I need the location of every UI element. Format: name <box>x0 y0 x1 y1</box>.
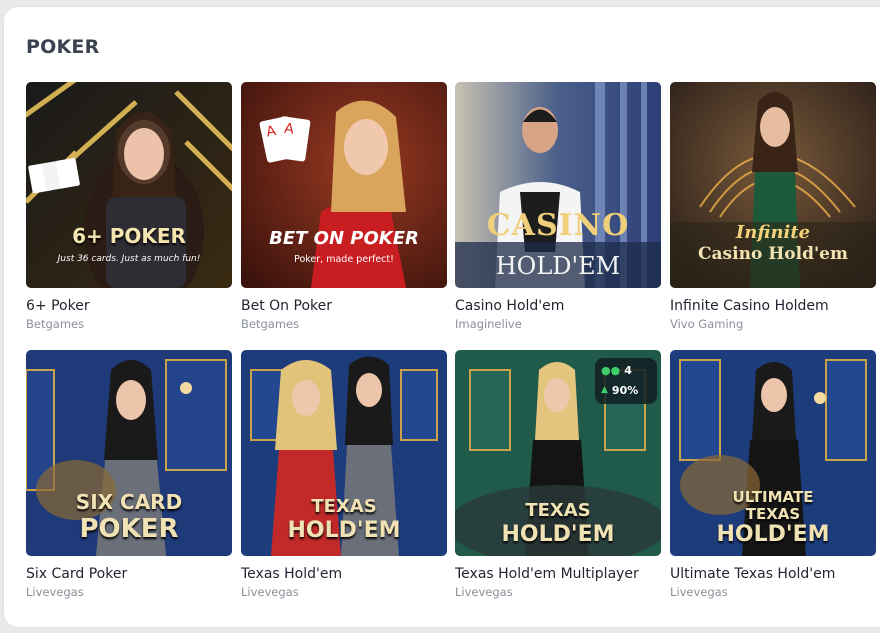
game-thumbnail[interactable]: ULTIMATE TEXAS HOLD'EM <box>670 350 876 556</box>
game-provider: Livevegas <box>455 585 513 599</box>
game-card-six-card-poker[interactable]: SIX CARD POKER Six Card Poker Livevegas <box>26 350 232 599</box>
rtp-value: 90% <box>611 384 639 397</box>
live-stats-badge: ●● 4 ▲ 90% <box>595 358 657 404</box>
game-logo-text-top: SIX CARD <box>75 490 183 514</box>
game-provider: Betgames <box>241 317 300 331</box>
game-logo-text-top: CASINO <box>486 208 630 243</box>
game-logo-text-bottom: HOLD'EM <box>287 518 401 543</box>
game-thumbnail[interactable]: Infinite Casino Hold'em <box>670 82 876 288</box>
game-provider: Livevegas <box>26 585 84 599</box>
game-title[interactable]: Texas Hold'em Multiplayer <box>455 566 661 582</box>
game-thumbnail[interactable]: SIX CARD POKER <box>26 350 232 556</box>
game-logo-text-bottom: HOLD'EM <box>495 252 621 280</box>
section-title: POKER <box>26 36 100 58</box>
game-provider: Livevegas <box>241 585 299 599</box>
game-title[interactable]: 6+ Poker <box>26 298 232 314</box>
game-tagline: Poker, made perfect! <box>294 254 394 265</box>
game-logo-text-top: Infinite <box>735 222 811 243</box>
rtp-icon: ▲ <box>601 385 608 395</box>
game-logo-text-bottom: HOLD'EM <box>501 522 615 547</box>
game-logo-text: 6+ POKER <box>72 224 186 248</box>
game-logo-text-top: TEXAS <box>525 500 591 521</box>
game-logo-text: BET ON POKER <box>269 228 419 249</box>
game-tagline: Just 36 cards. Just as much fun! <box>57 254 201 264</box>
players-icon: ●● <box>601 364 621 377</box>
game-provider: Betgames <box>26 317 85 331</box>
game-logo-text-mid: TEXAS <box>745 505 801 523</box>
game-logo-text-top: TEXAS <box>311 496 377 517</box>
game-logo-text-bottom: POKER <box>79 514 179 544</box>
game-thumbnail[interactable]: ●● 4 ▲ 90% TEXAS HOLD'EM <box>455 350 661 556</box>
game-thumbnail[interactable]: 6+ POKER Just 36 cards. Just as much fun… <box>26 82 232 288</box>
game-title[interactable]: Bet On Poker <box>241 298 447 314</box>
game-card-texas-holdem-multiplayer[interactable]: ●● 4 ▲ 90% TEXAS HOLD'EM Texas Hold'em M… <box>455 350 661 599</box>
game-card-ultimate-texas-holdem[interactable]: ULTIMATE TEXAS HOLD'EM Ultimate Texas Ho… <box>670 350 876 599</box>
game-thumbnail[interactable]: TEXAS HOLD'EM <box>241 350 447 556</box>
game-card-bet-on-poker[interactable]: A A BET ON POKER Poker, made perfect! Be… <box>241 82 447 331</box>
game-card-casino-holdem[interactable]: CASINO HOLD'EM Casino Hold'em Imagineliv… <box>455 82 661 331</box>
game-card-infinite-casino-holdem[interactable]: Infinite Casino Hold'em Infinite Casino … <box>670 82 876 331</box>
game-title[interactable]: Infinite Casino Holdem <box>670 298 876 314</box>
game-thumbnail[interactable]: CASINO HOLD'EM <box>455 82 661 288</box>
game-thumbnail[interactable]: A A BET ON POKER Poker, made perfect! <box>241 82 447 288</box>
game-title[interactable]: Casino Hold'em <box>455 298 661 314</box>
game-card-texas-holdem[interactable]: TEXAS HOLD'EM Texas Hold'em Livevegas <box>241 350 447 599</box>
game-provider: Imaginelive <box>455 317 522 331</box>
game-logo-text-bottom: HOLD'EM <box>716 522 830 547</box>
game-logo-text-top: ULTIMATE <box>732 488 814 506</box>
game-logo-text-bottom: Casino Hold'em <box>698 244 848 264</box>
game-card-6-plus-poker[interactable]: 6+ POKER Just 36 cards. Just as much fun… <box>26 82 232 331</box>
game-title[interactable]: Six Card Poker <box>26 566 232 582</box>
players-count: 4 <box>624 364 632 377</box>
game-title[interactable]: Texas Hold'em <box>241 566 447 582</box>
game-provider: Vivo Gaming <box>670 317 744 331</box>
game-provider: Livevegas <box>670 585 728 599</box>
game-title[interactable]: Ultimate Texas Hold'em <box>670 566 876 582</box>
